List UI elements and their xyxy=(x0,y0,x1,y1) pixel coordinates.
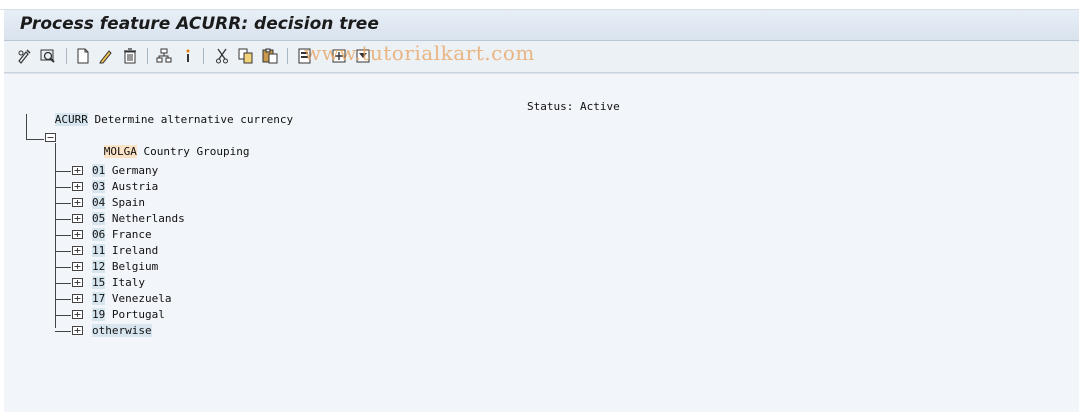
node-key: 19 xyxy=(92,308,106,321)
node-text: Italy xyxy=(111,276,145,289)
tree-node[interactable]: 03 Austria xyxy=(92,180,158,193)
page-title: Process feature ACURR: decision tree xyxy=(20,14,379,34)
node-key: otherwise xyxy=(92,324,152,337)
root-key: ACURR xyxy=(54,113,88,126)
tree-node[interactable]: 19 Portugal xyxy=(92,308,165,321)
tree-connector xyxy=(26,114,27,140)
display-icon[interactable] xyxy=(39,47,57,65)
cut-icon[interactable] xyxy=(213,47,231,65)
tree-connector xyxy=(55,267,71,268)
node-text: Ireland xyxy=(111,244,159,257)
tree-node[interactable]: 12 Belgium xyxy=(92,260,158,273)
title-bar: Process feature ACURR: decision tree xyxy=(4,10,1079,41)
delete-icon[interactable] xyxy=(121,47,139,65)
expand-node-icon[interactable] xyxy=(72,214,83,223)
toolbar-separator xyxy=(203,48,204,64)
decision-key: MOLGA xyxy=(103,145,137,158)
edit-icon[interactable] xyxy=(97,47,115,65)
create-icon[interactable] xyxy=(74,47,92,65)
change-icon[interactable] xyxy=(16,47,34,65)
toolbar-separator xyxy=(147,48,148,64)
folder-icon[interactable] xyxy=(45,133,56,142)
root-text: Determine alternative currency xyxy=(94,113,294,126)
decision-text: Country Grouping xyxy=(143,145,250,158)
node-text: Portugal xyxy=(111,308,165,321)
info-icon[interactable] xyxy=(179,47,197,65)
tree-connector xyxy=(55,299,71,300)
decision-tree-area: ACURR Determine alternative currency Sta… xyxy=(4,73,1079,412)
tree-connector xyxy=(55,251,71,252)
structure-icon[interactable] xyxy=(155,47,173,65)
node-key: 12 xyxy=(92,260,106,273)
tree-connector xyxy=(55,331,71,332)
tree-connector xyxy=(55,283,71,284)
node-key: 06 xyxy=(92,228,106,241)
expand-node-icon[interactable] xyxy=(72,198,83,207)
tree-connector xyxy=(55,171,71,172)
tree-connector xyxy=(55,219,71,220)
node-key: 17 xyxy=(92,292,106,305)
expand-node-icon[interactable] xyxy=(72,294,83,303)
node-key: 03 xyxy=(92,180,106,193)
tree-node[interactable]: 11 Ireland xyxy=(92,244,158,257)
tree-node[interactable]: 06 France xyxy=(92,228,152,241)
tree-connector xyxy=(55,203,71,204)
node-key: 11 xyxy=(92,244,106,257)
expand-node-icon[interactable] xyxy=(72,310,83,319)
tree-node[interactable]: 15 Italy xyxy=(92,276,145,289)
node-text: Spain xyxy=(111,196,145,209)
tree-node[interactable]: 01 Germany xyxy=(92,164,158,177)
tree-node[interactable]: 17 Venezuela xyxy=(92,292,171,305)
node-text: Belgium xyxy=(111,260,159,273)
node-text: Germany xyxy=(111,164,159,177)
expand-node-icon[interactable] xyxy=(72,230,83,239)
tree-connector xyxy=(55,315,71,316)
copy-icon[interactable] xyxy=(237,47,255,65)
node-text: France xyxy=(111,228,152,241)
node-text: Netherlands xyxy=(111,212,185,225)
expand-node-icon[interactable] xyxy=(72,246,83,255)
node-text: Venezuela xyxy=(111,292,172,305)
top-strip xyxy=(0,0,1079,10)
expand-node-icon[interactable] xyxy=(72,262,83,271)
toolbar-separator xyxy=(287,48,288,64)
tree-node[interactable]: otherwise xyxy=(92,324,152,337)
tree-connector xyxy=(26,139,44,140)
tree-node[interactable]: 04 Spain xyxy=(92,196,145,209)
application-toolbar: www.tutorialkart.com xyxy=(4,41,1079,73)
status-text: Status: Active xyxy=(527,100,620,113)
tree-connector xyxy=(55,187,71,188)
node-key: 01 xyxy=(92,164,106,177)
window: Process feature ACURR: decision tree www… xyxy=(0,0,1079,412)
node-key: 15 xyxy=(92,276,106,289)
toolbar-separator xyxy=(66,48,67,64)
paste-icon[interactable] xyxy=(261,47,279,65)
expand-node-icon[interactable] xyxy=(72,182,83,191)
tree-connector xyxy=(55,235,71,236)
expand-node-icon[interactable] xyxy=(72,278,83,287)
node-text: Austria xyxy=(111,180,159,193)
watermark-text: www.tutorialkart.com xyxy=(304,41,535,65)
node-key: 05 xyxy=(92,212,106,225)
expand-node-icon[interactable] xyxy=(72,166,83,175)
expand-node-icon[interactable] xyxy=(72,326,83,335)
tree-node[interactable]: 05 Netherlands xyxy=(92,212,185,225)
node-key: 04 xyxy=(92,196,106,209)
